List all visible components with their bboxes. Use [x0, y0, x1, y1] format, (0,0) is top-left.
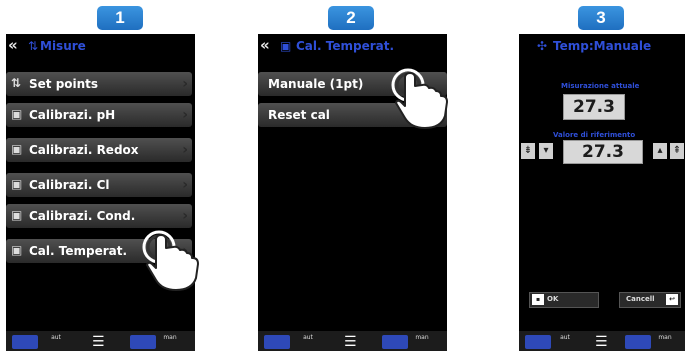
reference-value-label: Valore di riferimento	[553, 131, 636, 139]
auto-mode-button[interactable]	[264, 335, 290, 349]
increase-button[interactable]: ▴	[653, 143, 667, 159]
actual-value-display: 27.3	[563, 94, 625, 120]
step-badge-3: 3	[578, 6, 624, 30]
header-title: Cal. Temperat.	[296, 39, 395, 53]
decrease-button[interactable]: ▾	[539, 143, 553, 159]
menu-icon[interactable]: ☰	[595, 335, 608, 349]
bottom-bar: aut ☰ man	[258, 331, 447, 351]
manual-mode-button[interactable]	[382, 335, 408, 349]
bottom-bar: aut ☰ man	[519, 331, 685, 351]
menu-icon[interactable]: ☰	[344, 335, 357, 349]
sort-icon: ⇅	[28, 39, 39, 53]
auto-mode-button[interactable]	[525, 335, 551, 349]
calibration-icon: ▣	[11, 107, 23, 121]
cancel-button[interactable]: Cancell ↩	[619, 292, 681, 308]
cancel-icon: ↩	[666, 294, 678, 305]
chevron-right-icon: ›	[182, 208, 188, 224]
manual-mode-button[interactable]	[625, 335, 651, 349]
menu-item-label: Calibrazi. Redox	[29, 143, 139, 157]
reference-value-input[interactable]: 27.3	[563, 140, 643, 164]
menu-item-label: Calibrazi. Cond.	[29, 209, 136, 223]
chevron-right-icon: ›	[182, 107, 188, 123]
menu-item-set-points[interactable]: ⇅ Set points ›	[6, 72, 192, 96]
auto-mode-button[interactable]	[12, 335, 38, 349]
calibration-icon: ▣	[11, 177, 23, 191]
calibration-icon: ▣	[280, 39, 292, 53]
manual-mode-button[interactable]	[130, 335, 156, 349]
actual-measure-label: Misurazione attuale	[561, 82, 640, 90]
ok-button[interactable]: ▪ OK	[529, 292, 599, 308]
header-title: Misure	[40, 39, 86, 53]
man-label: man	[163, 334, 177, 341]
back-icon[interactable]: «	[8, 36, 18, 54]
chevron-right-icon: ›	[182, 177, 188, 193]
screen-temp-manuale: ✣ Temp:Manuale Misurazione attuale 27.3 …	[519, 34, 685, 351]
screen-header: « ▣ Cal. Temperat.	[258, 34, 447, 58]
fast-decrease-button[interactable]: ⇟	[521, 143, 535, 159]
menu-item-calib-cl[interactable]: ▣ Calibrazi. Cl ›	[6, 173, 192, 197]
menu-item-calib-cond[interactable]: ▣ Calibrazi. Cond. ›	[6, 204, 192, 228]
menu-item-label: Set points	[29, 77, 99, 91]
menu-item-label: Cal. Temperat.	[29, 244, 128, 258]
fast-increase-button[interactable]: ⇞	[670, 143, 684, 159]
back-icon[interactable]: «	[260, 36, 270, 54]
man-label: man	[658, 334, 672, 341]
bottom-bar: aut ☰ man	[6, 331, 195, 351]
thermometer-icon: ✣	[537, 39, 548, 53]
tap-hand-icon	[142, 230, 199, 291]
auto-label: aut	[303, 334, 313, 341]
ok-icon: ▪	[532, 294, 544, 305]
auto-label: aut	[51, 334, 61, 341]
calibration-icon: ▣	[11, 142, 23, 156]
menu-item-calib-ph[interactable]: ▣ Calibrazi. pH ›	[6, 103, 192, 127]
screen-header: ✣ Temp:Manuale	[519, 34, 685, 58]
man-label: man	[415, 334, 429, 341]
step-badge-1: 1	[97, 6, 143, 30]
header-title: Temp:Manuale	[553, 39, 652, 53]
ok-label: OK	[547, 295, 559, 303]
screen-header: « ⇅ Misure	[6, 34, 195, 58]
step-badge-2: 2	[328, 6, 374, 30]
chevron-right-icon: ›	[182, 142, 188, 158]
menu-item-label: Manuale (1pt)	[268, 77, 364, 91]
menu-item-calib-redox[interactable]: ▣ Calibrazi. Redox ›	[6, 138, 192, 162]
menu-item-label: Calibrazi. Cl	[29, 178, 110, 192]
set-points-icon: ⇅	[11, 76, 22, 90]
menu-item-label: Calibrazi. pH	[29, 108, 116, 122]
tap-hand-icon	[391, 68, 448, 129]
cancel-label: Cancell	[626, 295, 655, 303]
calibration-icon: ▣	[11, 243, 23, 257]
menu-icon[interactable]: ☰	[92, 335, 105, 349]
calibration-icon: ▣	[11, 208, 23, 222]
menu-item-label: Reset cal	[268, 108, 330, 122]
auto-label: aut	[560, 334, 570, 341]
screen-measures-menu: « ⇅ Misure ⇅ Set points › ▣ Calibrazi. p…	[6, 34, 195, 351]
chevron-right-icon: ›	[182, 76, 188, 92]
